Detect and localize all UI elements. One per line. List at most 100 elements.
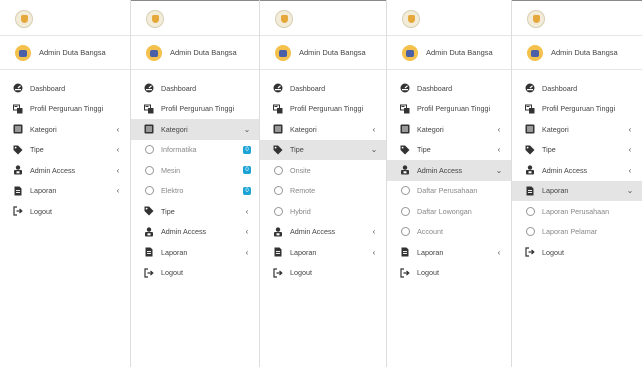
submenu-item-label: Onsite: [290, 165, 311, 175]
menu-item-tipe[interactable]: Tipe ‹: [0, 140, 130, 161]
circle-icon: [400, 206, 410, 216]
menu-item-label: Tipe: [542, 145, 556, 155]
logo-bar: [512, 0, 642, 36]
menu-item-kategori[interactable]: Kategori ‹: [387, 119, 511, 140]
building-icon: [400, 104, 410, 114]
menu-item-kategori[interactable]: Kategori ‹: [512, 119, 642, 140]
circle-icon: [144, 165, 154, 175]
menu-item-laporan[interactable]: Laporan ‹: [260, 242, 386, 263]
sidebar-menu: Dashboard Profil Perguruan Tinggi Katego…: [0, 70, 130, 222]
submenu-item-onsite[interactable]: Onsite: [260, 160, 386, 181]
menu-item-laporan[interactable]: Laporan ‹: [131, 242, 259, 263]
menu-item-laporan[interactable]: Laporan ‹: [387, 242, 511, 263]
menu-item-tipe[interactable]: Tipe ‹: [131, 201, 259, 222]
submenu-item-daftar-lowongan[interactable]: Daftar Lowongan: [387, 201, 511, 222]
menu-item-admin-access[interactable]: Admin Access ‹: [131, 222, 259, 243]
dashboard-icon: [273, 83, 283, 94]
submenu-item-informatika[interactable]: Informatika 0: [131, 140, 259, 161]
submenu-item-laporan-perusahaan[interactable]: Laporan Perusahaan: [512, 201, 642, 222]
circle-icon: [400, 186, 410, 196]
menu-item-label: Profil Perguruan Tinggi: [542, 104, 616, 114]
file-icon: [400, 247, 410, 257]
menu-item-label: Profil Perguruan Tinggi: [417, 104, 491, 114]
sidebar-panel-laporan-open: Admin Duta Bangsa Dashboard Profil Pergu…: [511, 0, 642, 367]
menu-item-profil[interactable]: Profil Perguruan Tinggi: [387, 99, 511, 120]
user-row[interactable]: Admin Duta Bangsa: [512, 36, 642, 70]
user-lock-icon: [144, 227, 154, 237]
sign-out-icon: [400, 268, 410, 278]
sidebar-panel-kategori-open: Admin Duta Bangsa Dashboard Profil Pergu…: [130, 0, 259, 367]
menu-item-label: Laporan: [30, 186, 57, 196]
menu-item-tipe[interactable]: Tipe ‹: [512, 140, 642, 161]
tags-icon: [13, 145, 23, 155]
submenu-item-laporan-pelamar[interactable]: Laporan Pelamar: [512, 222, 642, 243]
list-icon: [525, 124, 535, 134]
menu-item-tipe[interactable]: Tipe ‹: [387, 140, 511, 161]
menu-item-admin-access[interactable]: Admin Access ‹: [512, 160, 642, 181]
menu-item-kategori[interactable]: Kategori ⌄: [131, 119, 259, 140]
submenu-item-elektro[interactable]: Elektro 0: [131, 181, 259, 202]
circle-icon: [144, 145, 154, 155]
file-icon: [144, 247, 154, 257]
menu-item-laporan[interactable]: Laporan ‹: [0, 181, 130, 202]
menu-item-admin-access[interactable]: Admin Access ‹: [0, 160, 130, 181]
menu-item-dashboard[interactable]: Dashboard: [387, 78, 511, 99]
avatar: [402, 44, 418, 61]
menu-item-logout[interactable]: Logout: [512, 242, 642, 263]
submenu-item-label: Informatika: [161, 145, 197, 155]
user-name: Admin Duta Bangsa: [39, 48, 106, 57]
menu-item-profil[interactable]: Profil Perguruan Tinggi: [131, 99, 259, 120]
menu-item-label: Tipe: [161, 206, 175, 216]
chevron-left-icon: ‹: [628, 124, 632, 134]
menu-item-dashboard[interactable]: Dashboard: [0, 78, 130, 99]
list-icon: [13, 124, 23, 134]
menu-item-dashboard[interactable]: Dashboard: [260, 78, 386, 99]
submenu-item-label: Daftar Lowongan: [417, 206, 472, 216]
submenu-item-label: Hybrid: [290, 206, 311, 216]
submenu-item-account[interactable]: Account: [387, 222, 511, 243]
submenu-item-daftar-perusahaan[interactable]: Daftar Perusahaan: [387, 181, 511, 202]
menu-item-laporan[interactable]: Laporan ⌄: [512, 180, 642, 201]
sign-out-icon: [525, 247, 535, 257]
menu-item-tipe[interactable]: Tipe ⌄: [260, 139, 386, 160]
user-row[interactable]: Admin Duta Bangsa: [0, 36, 130, 70]
menu-item-profil[interactable]: Profil Perguruan Tinggi: [512, 99, 642, 120]
logo[interactable]: [15, 10, 33, 28]
chevron-left-icon: ‹: [116, 145, 120, 155]
user-row[interactable]: Admin Duta Bangsa: [131, 36, 259, 70]
menu-item-admin-access[interactable]: Admin Access ⌄: [387, 160, 511, 181]
menu-item-profil[interactable]: Profil Perguruan Tinggi: [260, 99, 386, 120]
menu-item-kategori[interactable]: Kategori ‹: [0, 119, 130, 140]
chevron-left-icon: ‹: [497, 145, 501, 155]
menu-item-logout[interactable]: Logout: [0, 201, 130, 222]
logo[interactable]: [527, 10, 545, 28]
circle-icon: [525, 227, 535, 237]
logo[interactable]: [275, 10, 293, 28]
logo[interactable]: [402, 10, 420, 28]
logo[interactable]: [146, 10, 164, 28]
menu-item-dashboard[interactable]: Dashboard: [512, 78, 642, 99]
menu-item-logout[interactable]: Logout: [260, 263, 386, 284]
list-icon: [400, 124, 410, 134]
sidebar-menu: Dashboard Profil Perguruan Tinggi Katego…: [131, 70, 259, 283]
menu-item-label: Dashboard: [290, 83, 326, 93]
menu-item-kategori[interactable]: Kategori ‹: [260, 119, 386, 140]
submenu-item-mesin[interactable]: Mesin 0: [131, 160, 259, 181]
menu-item-logout[interactable]: Logout: [387, 263, 511, 284]
chevron-left-icon: ‹: [245, 227, 249, 237]
menu-item-label: Laporan: [161, 247, 188, 257]
submenu-item-remote[interactable]: Remote: [260, 181, 386, 202]
user-row[interactable]: Admin Duta Bangsa: [260, 36, 386, 70]
user-row[interactable]: Admin Duta Bangsa: [387, 36, 511, 70]
building-icon: [13, 104, 23, 114]
chevron-down-icon: ⌄: [495, 165, 503, 175]
menu-item-admin-access[interactable]: Admin Access ‹: [260, 222, 386, 243]
sign-out-icon: [273, 268, 283, 278]
chevron-left-icon: ‹: [116, 186, 120, 196]
menu-item-logout[interactable]: Logout: [131, 263, 259, 284]
menu-item-dashboard[interactable]: Dashboard: [131, 78, 259, 99]
menu-item-profil[interactable]: Profil Perguruan Tinggi: [0, 99, 130, 120]
menu-item-label: Tipe: [30, 145, 44, 155]
submenu-item-hybrid[interactable]: Hybrid: [260, 201, 386, 222]
user-name: Admin Duta Bangsa: [426, 48, 493, 57]
